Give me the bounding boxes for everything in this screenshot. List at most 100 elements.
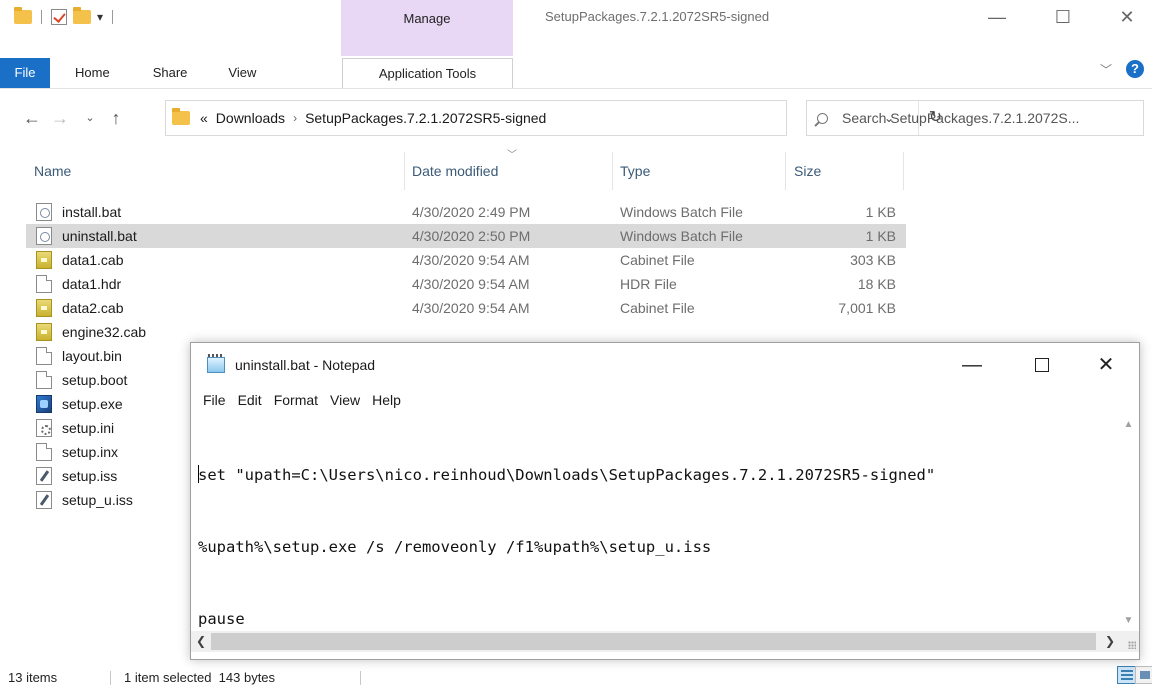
batch-file-icon [36,227,52,245]
breadcrumb-downloads[interactable]: Downloads [216,110,285,126]
menu-help[interactable]: Help [372,392,401,408]
file-icon [36,443,52,461]
column-header-name[interactable]: Name [34,152,71,190]
help-icon[interactable]: ? [1126,60,1144,78]
status-selection: 1 item selected 143 bytes [124,670,276,685]
file-name: layout.bin [62,348,122,364]
file-date-modified: 4/30/2020 9:54 AM [412,252,530,268]
manage-tab[interactable]: Manage [341,0,513,34]
ribbon-divider [0,88,1152,89]
large-icons-view-button[interactable] [1135,666,1152,684]
column-separator[interactable] [612,152,613,190]
file-type: Cabinet File [620,300,695,316]
ribbon-right-controls: ﹀ ? [1100,60,1144,78]
ribbon-tab-strip: File Home Share View Application Tools [0,58,513,88]
sort-indicator-icon: ﹀ [507,150,517,161]
details-view-button[interactable] [1117,666,1137,684]
expand-ribbon-icon[interactable]: ﹀ [1100,61,1112,78]
search-input[interactable] [842,110,1132,126]
file-row[interactable]: uninstall.bat 4/30/2020 2:50 PM Windows Ba… [26,224,906,248]
maximize-button[interactable]: ☐ [1040,0,1086,34]
text-line-2: %upath%\setup.exe /s /removeonly /f1%upa… [198,538,712,556]
file-row[interactable]: install.bat 4/30/2020 2:49 PM Windows Batc… [26,200,906,224]
scrollbar-thumb[interactable] [211,633,1096,650]
menu-edit[interactable]: Edit [238,392,262,408]
status-item-count: 13 items [8,670,58,685]
file-name: setup.boot [62,372,128,388]
recent-locations-chevron-icon[interactable]: ⌄ [78,98,102,138]
column-header-size[interactable]: Size [794,152,821,190]
folder-icon[interactable] [14,7,32,24]
status-bar: 13 items 1 item selected 143 bytes [0,666,1152,689]
file-name: setup.ini [62,420,115,436]
file-name: install.bat [62,204,122,220]
file-type: Windows Batch File [620,228,743,244]
file-size: 18 KB [857,276,896,292]
search-icon [817,112,828,124]
file-date-modified: 4/30/2020 2:49 PM [412,204,531,220]
scroll-left-icon[interactable]: ❮ [191,631,211,652]
notepad-vertical-scrollbar[interactable]: ▲ ▼ [1118,415,1139,631]
column-header-type[interactable]: Type [620,152,650,190]
file-date-modified: 4/30/2020 9:54 AM [412,300,530,316]
file-date-modified: 4/30/2020 2:50 PM [412,228,531,244]
file-size: 1 KB [865,228,896,244]
customize-qat-icon[interactable]: ▾ [97,10,103,24]
properties-icon[interactable] [51,9,67,25]
file-name: uninstall.bat [62,228,137,244]
notepad-horizontal-scrollbar[interactable]: ❮ ❯ [191,631,1118,652]
tab-home[interactable]: Home [50,58,110,88]
column-separator[interactable] [903,152,904,190]
address-bar[interactable]: « Downloads › SetupPackages.7.2.1.2072SR… [165,100,942,136]
file-row[interactable]: data2.cab 4/30/2020 9:54 AM Cabinet File 7,… [26,296,906,320]
search-box[interactable] [806,100,1144,136]
minimize-button[interactable]: — [974,0,1020,34]
breadcrumb-current-folder[interactable]: SetupPackages.7.2.1.2072SR5-signed [305,110,546,126]
qat-separator [41,10,42,24]
up-arrow-icon[interactable]: ↑ [104,98,128,138]
menu-file[interactable]: File [203,392,226,408]
notepad-window: uninstall.bat - Notepad — ✕ File Edit Fo… [190,342,1140,660]
navigation-bar: ← → ⌄ ↑ « Downloads › SetupPackages.7.2.… [0,98,1152,138]
tab-application-tools[interactable]: Application Tools [342,58,513,88]
tab-file[interactable]: File [0,58,50,88]
file-size: 7,001 KB [838,300,896,316]
close-button[interactable]: ✕ [1104,0,1150,34]
column-separator[interactable] [404,152,405,190]
file-row[interactable]: data1.hdr 4/30/2020 9:54 AM HDR File 18 KB [26,272,906,296]
file-name: setup.inx [62,444,119,460]
notepad-text-area[interactable]: set "upath=C:\Users\nico.reinhoud\Downlo… [196,415,1118,631]
scroll-down-icon[interactable]: ▼ [1118,611,1139,631]
text-line: set "upath=C:\Users\nico.reinhoud\Downlo… [198,463,1118,487]
iss-file-icon [36,491,52,509]
column-separator[interactable] [785,152,786,190]
iss-file-icon [36,467,52,485]
notepad-title-bar[interactable]: uninstall.bat - Notepad — ✕ [191,343,1139,387]
back-arrow-icon[interactable]: ← [20,98,44,138]
file-row[interactable]: engine32.cab [26,320,906,344]
scroll-up-icon[interactable]: ▲ [1118,415,1139,435]
new-folder-icon[interactable] [73,7,91,24]
maximize-icon [1035,358,1049,372]
notepad-close-button[interactable]: ✕ [1077,343,1135,387]
tab-view[interactable]: View [187,58,256,88]
breadcrumb-overflow[interactable]: « [200,110,208,126]
notepad-minimize-button[interactable]: — [943,343,1001,387]
resize-grip-icon[interactable] [1118,631,1139,652]
notepad-title: uninstall.bat - Notepad [235,357,376,373]
menu-view[interactable]: View [330,392,360,408]
file-type: HDR File [620,276,677,292]
tab-share[interactable]: Share [110,58,188,88]
file-name: data2.cab [62,300,124,316]
notepad-menu-bar: File Edit Format View Help [191,387,413,413]
setup-exe-icon [36,395,52,413]
forward-arrow-icon[interactable]: → [48,98,72,138]
breadcrumb-separator: › [293,111,298,125]
scroll-right-icon[interactable]: ❯ [1100,631,1120,652]
notepad-maximize-button[interactable] [1013,343,1071,387]
file-icon [36,371,52,389]
menu-format[interactable]: Format [274,392,318,408]
file-row[interactable]: data1.cab 4/30/2020 9:54 AM Cabinet File 30… [26,248,906,272]
column-header-date-modified[interactable]: Date modified [412,152,498,190]
text-line-3: pause [198,610,245,628]
